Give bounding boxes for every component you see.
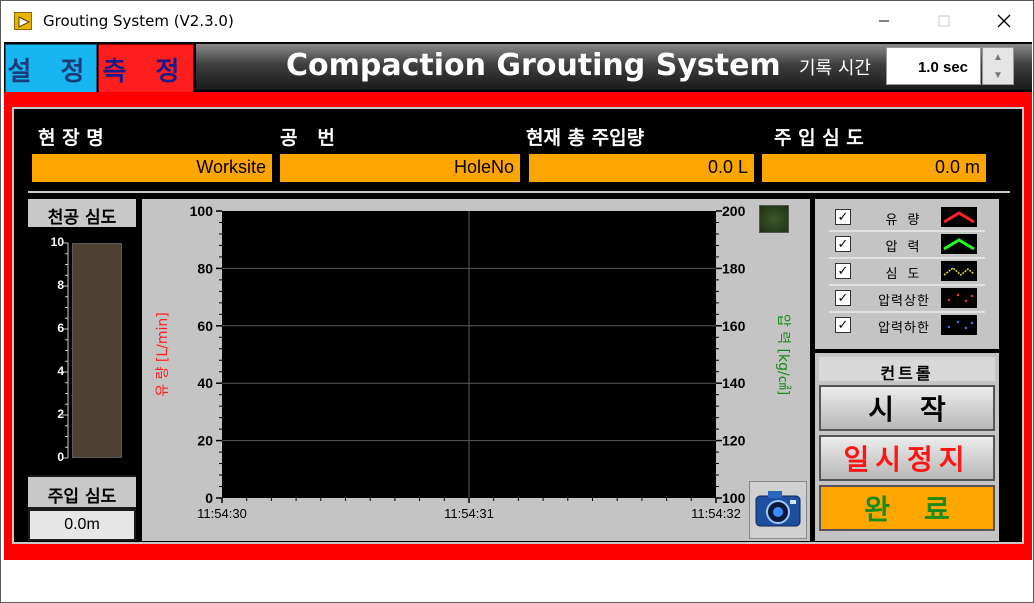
y-right-tick-label: 200 [722, 203, 746, 219]
y-right-tick-label: 160 [722, 318, 746, 334]
control-panel: 컨트롤 시작 일시정지 완료 [815, 353, 999, 541]
measure-frame: 현 장 명 공 번 현재 총 주입량 주 입 심 도 Worksite Hole… [12, 107, 1024, 544]
legend-panel: ✓ 유 량 ✓ 압 력 ✓ 심 도 ✓ 압력상한 ✓ 압력하한 [815, 199, 999, 349]
injection-depth-readout: 0.0m [30, 511, 134, 539]
injection-depth-title: 주입 심도 [28, 477, 136, 507]
title-bar: Grouting System (V2.3.0) [1, 1, 1033, 41]
close-button[interactable] [981, 1, 1027, 41]
y-left-axis-title: 유 량 [L/min] [155, 312, 171, 397]
legend-label: 압력하한 [878, 321, 930, 336]
hole-field: HoleNo [280, 154, 520, 182]
y-right-tick-label: 140 [722, 375, 746, 391]
depth-tick-label: 6 [57, 321, 64, 335]
record-time-label: 기록 시간 [799, 58, 871, 79]
legend-checkbox[interactable]: ✓ [835, 290, 851, 306]
y-left-tick-label: 60 [197, 318, 213, 334]
y-right-tick-label: 180 [722, 260, 746, 276]
info-separator [28, 191, 1010, 193]
y-left-tick-label: 40 [197, 375, 213, 391]
legend-label: 압력상한 [878, 294, 930, 309]
legend-swatch-depth [941, 261, 977, 281]
depth-tick-label: 0 [57, 450, 64, 464]
legend-swatch-flow [941, 207, 977, 227]
site-name-label: 현 장 명 [38, 127, 104, 149]
drill-depth-title: 천공 심도 [28, 199, 136, 228]
depth-tick-label: 10 [50, 235, 64, 249]
legend-checkbox[interactable]: ✓ [835, 317, 851, 333]
hole-label: 공 번 [280, 127, 335, 149]
y-left-tick-label: 0 [205, 490, 213, 506]
legend-label: 압 력 [885, 240, 923, 255]
complete-button[interactable]: 완료 [819, 485, 995, 531]
close-icon [997, 14, 1011, 28]
app-panel: 설 정 측 정 Compaction Grouting System 기록 시간… [4, 42, 1032, 560]
legend-swatch-pressure-upper [941, 288, 977, 308]
drill-depth-gauge: 10 8 6 4 2 0 [28, 227, 136, 475]
legend-item-depth[interactable]: ✓ 심 도 [829, 259, 985, 283]
legend-item-pressure-lower[interactable]: ✓ 압력하한 [829, 313, 985, 337]
status-led-indicator [759, 205, 789, 233]
labview-app-icon [14, 12, 32, 30]
record-time-input[interactable]: 1.0 sec [886, 47, 981, 85]
y-right-tick-label: 120 [722, 433, 746, 449]
minimize-icon [879, 20, 889, 22]
spin-up-icon[interactable]: ▲ [983, 48, 1013, 66]
injection-depth-label: 주 입 심 도 [774, 127, 864, 149]
x-tick-label: 11:54:32 [691, 506, 741, 521]
y-left-tick-label: 100 [190, 203, 214, 219]
legend-item-pressure-upper[interactable]: ✓ 압력상한 [829, 286, 985, 310]
legend-label: 심 도 [885, 267, 923, 282]
x-tick-label: 11:54:30 [197, 506, 247, 521]
legend-checkbox[interactable]: ✓ [835, 263, 851, 279]
window-title: Grouting System (V2.3.0) [43, 12, 234, 30]
start-button[interactable]: 시작 [819, 385, 995, 431]
legend-swatch-pressure [941, 234, 977, 254]
minimize-button[interactable] [861, 1, 907, 41]
tab-setup[interactable]: 설 정 [5, 44, 97, 94]
y-right-tick-label: 100 [722, 490, 746, 506]
camera-snapshot-button[interactable] [749, 481, 807, 539]
depth-tick-label: 8 [57, 278, 64, 292]
graph-panel: 100 80 60 40 20 0 200 180 160 140 120 100 11:54:30 11… [142, 199, 810, 541]
record-time-spinner[interactable]: ▲ ▼ [982, 47, 1014, 85]
y-left-tick-label: 80 [197, 260, 213, 276]
legend-label: 유 량 [885, 213, 923, 228]
app-window: Grouting System (V2.3.0) 설 정 측 정 Compact… [0, 0, 1034, 603]
legend-checkbox[interactable]: ✓ [835, 209, 851, 225]
control-title: 컨트롤 [819, 357, 995, 383]
y-left-tick-label: 20 [197, 433, 213, 449]
maximize-button[interactable] [921, 1, 967, 41]
depth-tick-label: 4 [57, 364, 64, 378]
maximize-icon [938, 15, 950, 27]
drill-depth-panel: 천공 심도 10 8 6 4 2 0 주입 심도 0.0m [28, 199, 136, 541]
header-bar: Compaction Grouting System 기록 시간 1.0 sec… [196, 44, 1032, 90]
total-injection-field: 0.0 L [529, 154, 754, 182]
measure-area: 현 장 명 공 번 현재 총 주입량 주 입 심 도 Worksite Hole… [4, 92, 1032, 560]
drill-depth-bar [72, 243, 122, 458]
camera-icon [755, 491, 801, 527]
y-right-axis-title: 압 력 [kg/㎠] [775, 314, 791, 395]
legend-item-flow[interactable]: ✓ 유 량 [829, 205, 985, 229]
tab-measure[interactable]: 측 정 [98, 44, 194, 94]
injection-depth-field: 0.0 m [762, 154, 986, 182]
status-strip [1, 561, 1033, 602]
chart-svg: 10080604020020018016014012010011:54:30 11… [155, 203, 791, 521]
legend-item-pressure[interactable]: ✓ 압 력 [829, 232, 985, 256]
x-tick-label: 11:54:31 [444, 506, 494, 521]
depth-tick-label: 2 [57, 407, 64, 421]
site-name-field: Worksite [32, 154, 272, 182]
pause-button[interactable]: 일시정지 [819, 435, 995, 481]
legend-checkbox[interactable]: ✓ [835, 236, 851, 252]
legend-swatch-pressure-lower [941, 315, 977, 335]
app-title: Compaction Grouting System [286, 48, 781, 83]
total-injection-label: 현재 총 주입량 [526, 127, 645, 149]
spin-down-icon[interactable]: ▼ [983, 66, 1013, 84]
